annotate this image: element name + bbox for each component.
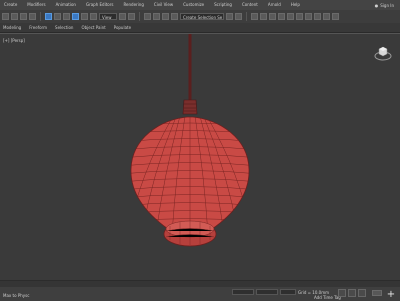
pendant-lamp-mesh[interactable] bbox=[0, 34, 400, 281]
status-message: Max to Physc bbox=[3, 293, 30, 298]
menu-create[interactable]: Create bbox=[0, 0, 23, 10]
toolbar-separator bbox=[246, 12, 247, 21]
tab-freeform[interactable]: Freeform bbox=[29, 25, 47, 30]
lamp-cord bbox=[188, 34, 192, 100]
mirror-icon[interactable] bbox=[226, 13, 233, 20]
toolbar-separator bbox=[40, 12, 41, 21]
menu-rendering[interactable]: Rendering bbox=[119, 0, 149, 10]
ribbon-toggle-icon[interactable] bbox=[269, 13, 276, 20]
menu-help[interactable]: Help bbox=[287, 0, 306, 10]
toolbar-separator bbox=[139, 12, 140, 21]
select-object-icon[interactable] bbox=[45, 13, 52, 20]
menu-customize[interactable]: Customize bbox=[179, 0, 210, 10]
angle-snap-icon[interactable] bbox=[153, 13, 160, 20]
tab-populate[interactable]: Populate bbox=[114, 25, 131, 30]
render-setup-icon[interactable] bbox=[305, 13, 312, 20]
rendered-frame-window-icon[interactable] bbox=[314, 13, 321, 20]
status-bar: Max to Physc Grid = 10.0mm Add Time Tag … bbox=[0, 280, 400, 301]
snap-toggle-icon[interactable] bbox=[144, 13, 151, 20]
menu-civil-view[interactable]: Civil View bbox=[150, 0, 179, 10]
z-coordinate-field[interactable] bbox=[280, 289, 296, 295]
unlink-icon[interactable] bbox=[29, 13, 36, 20]
sign-in-button[interactable]: Sign In bbox=[380, 3, 394, 8]
x-coordinate-field[interactable] bbox=[232, 289, 254, 295]
select-rotate-icon[interactable] bbox=[81, 13, 88, 20]
redo-icon[interactable] bbox=[11, 13, 18, 20]
select-move-icon[interactable] bbox=[72, 13, 79, 20]
play-icon[interactable] bbox=[348, 289, 356, 297]
pivot-center-icon[interactable] bbox=[119, 13, 126, 20]
menu-graph-editors[interactable]: Graph Editors bbox=[82, 0, 119, 10]
go-to-start-icon[interactable] bbox=[338, 289, 346, 297]
menu-content[interactable]: Content bbox=[238, 0, 264, 10]
rectangular-selection-icon[interactable] bbox=[63, 13, 70, 20]
sign-in-area: ● Sign In bbox=[375, 3, 400, 8]
add-icon[interactable]: + bbox=[385, 289, 397, 301]
lamp-socket bbox=[182, 99, 198, 115]
render-production-icon[interactable] bbox=[323, 13, 330, 20]
set-key-icon[interactable] bbox=[372, 290, 382, 296]
named-selection-sets[interactable]: Create Selection Se bbox=[180, 13, 224, 20]
reference-coordinate-select[interactable]: View bbox=[99, 13, 117, 20]
timeline-track[interactable] bbox=[0, 281, 400, 287]
perspective-viewport[interactable]: [+] [Persp] bbox=[0, 33, 400, 281]
y-coordinate-field[interactable] bbox=[256, 289, 278, 295]
percent-snap-icon[interactable] bbox=[162, 13, 169, 20]
main-toolbar: View Create Selection Se bbox=[0, 10, 400, 23]
layer-explorer-icon[interactable] bbox=[260, 13, 267, 20]
render-teapot-icon[interactable] bbox=[332, 13, 339, 20]
go-to-end-icon[interactable] bbox=[358, 289, 366, 297]
menu-arnold[interactable]: Arnold bbox=[264, 0, 287, 10]
spinner-snap-icon[interactable] bbox=[171, 13, 178, 20]
scene-explorer-icon[interactable] bbox=[251, 13, 258, 20]
undo-icon[interactable] bbox=[2, 13, 9, 20]
menu-scripting[interactable]: Scripting bbox=[210, 0, 238, 10]
select-scale-icon[interactable] bbox=[90, 13, 97, 20]
tab-selection[interactable]: Selection bbox=[55, 25, 73, 30]
tab-object-paint[interactable]: Object Paint bbox=[81, 25, 105, 30]
curve-editor-icon[interactable] bbox=[278, 13, 285, 20]
menu-modifiers[interactable]: Modifiers bbox=[23, 0, 51, 10]
add-time-tag-button[interactable]: Add Time Tag bbox=[314, 295, 341, 300]
link-icon[interactable] bbox=[20, 13, 27, 20]
select-by-name-icon[interactable] bbox=[54, 13, 61, 20]
menu-animation[interactable]: Animation bbox=[52, 0, 82, 10]
align-icon[interactable] bbox=[235, 13, 242, 20]
ribbon-tabs: Modeling Freeform Selection Object Paint… bbox=[0, 23, 400, 33]
tab-modeling[interactable]: Modeling bbox=[3, 25, 21, 30]
material-editor-icon[interactable] bbox=[296, 13, 303, 20]
user-icon: ● bbox=[374, 2, 379, 8]
schematic-view-icon[interactable] bbox=[287, 13, 294, 20]
manipulate-icon[interactable] bbox=[128, 13, 135, 20]
